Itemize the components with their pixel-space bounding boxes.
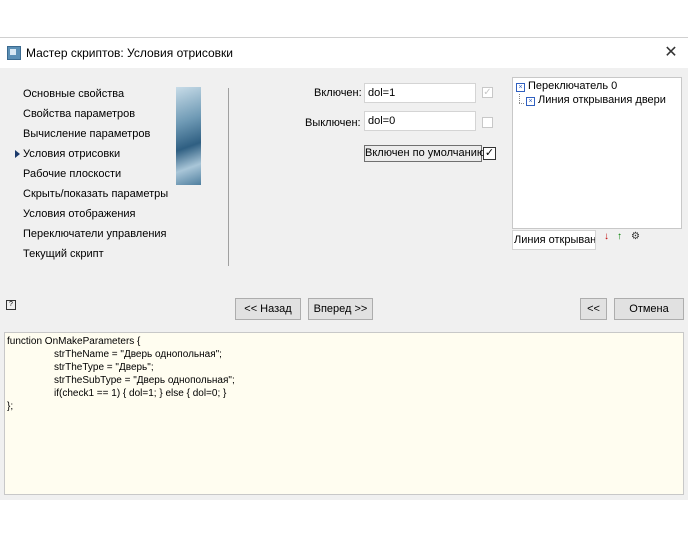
enabled-checkbox[interactable]: ✓ (482, 87, 493, 98)
step-item-3-active[interactable]: Условия отрисовки (15, 144, 185, 164)
code-line: if(check1 == 1) { dol=1; } else { dol=0;… (54, 388, 227, 399)
step-item-5[interactable]: Скрыть/показать параметры (15, 184, 185, 204)
default-enabled-button[interactable]: Включен по умолчанию (364, 145, 485, 162)
collapse-button[interactable]: << (580, 298, 607, 320)
tree-node-root[interactable]: × Переключатель 0 (516, 80, 617, 92)
code-line: strTheType = "Дверь"; (54, 362, 154, 373)
wizard-window: Мастер скриптов: Условия отрисовки ✕ Осн… (0, 37, 688, 500)
code-line: function OnMakeParameters { (7, 336, 141, 347)
app-icon (7, 46, 21, 60)
tree-node-icon: × (526, 97, 535, 106)
vertical-divider (228, 88, 229, 266)
switch-tree[interactable]: × Переключатель 0 × Линия открывания двери (512, 77, 682, 229)
enabled-label: Включен: (314, 87, 362, 99)
move-up-icon[interactable]: ↑ (617, 231, 622, 242)
move-down-icon[interactable]: ↓ (604, 231, 609, 242)
step-item-1[interactable]: Свойства параметров (15, 104, 185, 124)
close-icon[interactable]: ✕ (660, 42, 682, 64)
switch-name-field[interactable]: Линия открыван (512, 230, 596, 250)
step-item-8[interactable]: Текущий скрипт (15, 244, 185, 264)
window-title: Мастер скриптов: Условия отрисовки (26, 46, 234, 60)
code-line: strTheSubType = "Дверь однопольная"; (54, 375, 235, 386)
step-item-0[interactable]: Основные свойства (15, 84, 185, 104)
tree-connector (519, 94, 521, 103)
code-line: strTheName = "Дверь однопольная"; (54, 349, 222, 360)
settings-icon[interactable]: ⚙ (631, 231, 640, 242)
disabled-checkbox[interactable] (482, 117, 493, 128)
wizard-image (176, 87, 201, 185)
steps-list: Основные свойства Свойства параметров Вы… (15, 84, 185, 264)
title-bar: Мастер скриптов: Условия отрисовки ✕ (0, 38, 688, 68)
back-button[interactable]: << Назад (235, 298, 301, 320)
step-item-4[interactable]: Рабочие плоскости (15, 164, 185, 184)
enabled-input[interactable] (364, 83, 476, 103)
step-item-7[interactable]: Переключатели управления (15, 224, 185, 244)
disabled-input[interactable] (364, 111, 476, 131)
step-item-6[interactable]: Условия отображения (15, 204, 185, 224)
script-code-editor[interactable]: function OnMakeParameters { strTheName =… (4, 332, 684, 495)
tree-connector-h (519, 103, 524, 105)
top-blank-area (0, 0, 688, 37)
tree-node-icon: × (516, 83, 525, 92)
next-button[interactable]: Вперед >> (308, 298, 373, 320)
tree-node-root-label: Переключатель 0 (528, 80, 618, 92)
help-icon[interactable]: ? (6, 300, 16, 310)
disabled-label: Выключен: (305, 117, 361, 129)
default-enabled-checkbox[interactable]: ✓ (483, 147, 496, 160)
tree-node-child-label: Линия открывания двери (538, 94, 666, 106)
tree-node-child[interactable]: × Линия открывания двери (526, 94, 666, 106)
step-item-2[interactable]: Вычисление параметров (15, 124, 185, 144)
code-line: }; (7, 401, 14, 412)
cancel-button[interactable]: Отмена (614, 298, 684, 320)
